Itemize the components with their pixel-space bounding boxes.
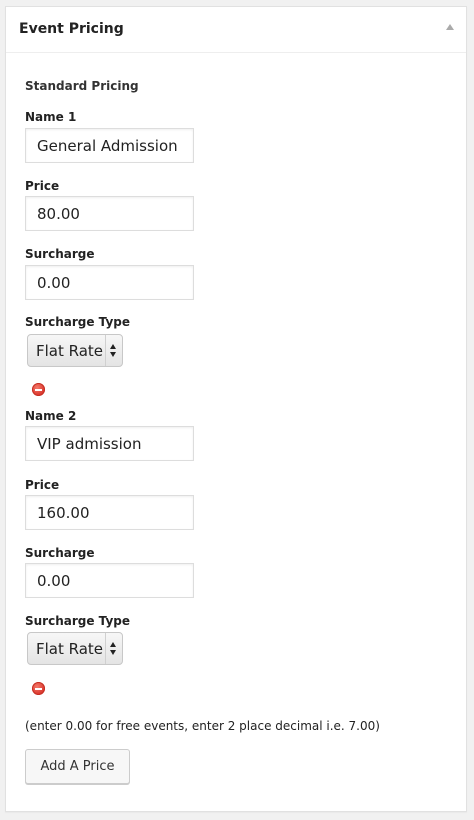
surcharge-2-input[interactable] [25, 563, 194, 598]
surcharge-type-1-value: Flat Rate [36, 342, 104, 360]
help-text: (enter 0.00 for free events, enter 2 pla… [25, 719, 380, 733]
surcharge-type-1-select[interactable]: Flat Rate [27, 334, 123, 367]
up-down-arrows-icon [110, 642, 117, 656]
panel-header[interactable]: Event Pricing [6, 7, 466, 53]
remove-price-1-icon[interactable] [32, 383, 45, 396]
surcharge-1-label: Surcharge [25, 247, 95, 261]
name-1-label: Name 1 [25, 110, 77, 124]
name-1-input[interactable] [25, 128, 194, 163]
price-1-label: Price [25, 179, 60, 193]
event-pricing-panel: Event Pricing Standard Pricing Name 1 Pr… [5, 6, 467, 812]
select-divider [105, 633, 106, 664]
price-2-input[interactable] [25, 495, 194, 530]
select-divider [105, 335, 106, 366]
surcharge-type-2-select[interactable]: Flat Rate [27, 632, 123, 665]
surcharge-type-1-label: Surcharge Type [25, 315, 130, 329]
price-2-label: Price [25, 478, 60, 492]
collapse-toggle-icon[interactable] [446, 24, 454, 30]
add-price-button[interactable]: Add A Price [25, 749, 130, 784]
surcharge-2-label: Surcharge [25, 546, 95, 560]
panel-title: Event Pricing [19, 21, 124, 37]
name-2-input[interactable] [25, 426, 194, 461]
surcharge-1-input[interactable] [25, 265, 194, 300]
surcharge-type-2-value: Flat Rate [36, 640, 104, 658]
section-label: Standard Pricing [25, 79, 139, 93]
up-down-arrows-icon [110, 344, 117, 358]
price-1-input[interactable] [25, 196, 194, 231]
remove-price-2-icon[interactable] [32, 682, 45, 695]
surcharge-type-2-label: Surcharge Type [25, 614, 130, 628]
name-2-label: Name 2 [25, 409, 77, 423]
